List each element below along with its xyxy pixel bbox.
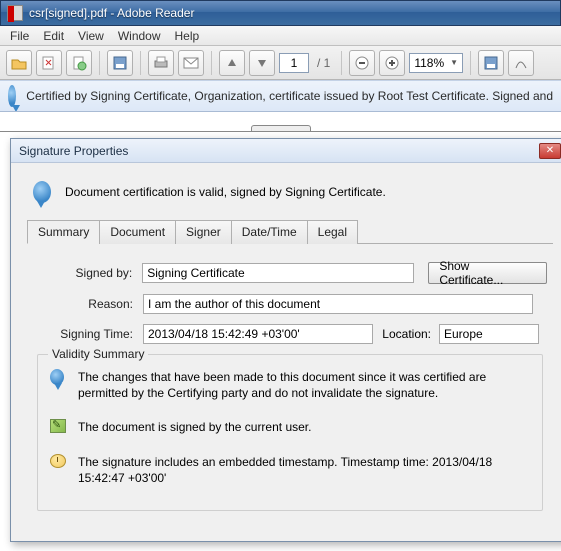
menu-file[interactable]: File: [4, 27, 35, 45]
show-certificate-button[interactable]: Show Certificate...: [428, 262, 547, 284]
separator: [140, 51, 141, 75]
zoom-out-button[interactable]: [349, 50, 375, 76]
validity-item-3: The signature includes an embedded times…: [78, 454, 530, 486]
field-location: Europe: [439, 324, 539, 344]
sign-button[interactable]: [508, 50, 534, 76]
label-signed-by: Signed by:: [33, 266, 142, 280]
label-location: Location:: [373, 327, 439, 341]
separator: [99, 51, 100, 75]
signature-properties-dialog: Signature Properties ✕ Document certific…: [10, 138, 561, 542]
label-signing-time: Signing Time:: [33, 327, 143, 341]
print-button[interactable]: [148, 50, 174, 76]
timestamp-icon: [50, 454, 66, 468]
validity-item-2: The document is signed by the current us…: [78, 419, 311, 435]
separator: [341, 51, 342, 75]
menu-view[interactable]: View: [72, 27, 110, 45]
ribbon-icon: [50, 369, 66, 385]
tab-document[interactable]: Document: [99, 220, 176, 244]
field-signing-time: 2013/04/18 15:42:49 +03'00': [143, 324, 373, 344]
page-total-label: / 1: [313, 56, 334, 70]
menu-bar: File Edit View Window Help: [0, 26, 561, 46]
panel-handle[interactable]: [251, 125, 311, 131]
label-reason: Reason:: [33, 297, 143, 311]
tab-signer[interactable]: Signer: [175, 220, 232, 244]
menu-help[interactable]: Help: [169, 27, 206, 45]
toolbar: / 1 118% ▼: [0, 46, 561, 80]
zoom-in-button[interactable]: [379, 50, 405, 76]
page-down-button[interactable]: [249, 50, 275, 76]
menu-window[interactable]: Window: [112, 27, 167, 45]
tab-summary[interactable]: Summary: [27, 220, 100, 244]
save-copy-button[interactable]: [478, 50, 504, 76]
zoom-value: 118%: [414, 56, 444, 70]
open-button[interactable]: [6, 50, 32, 76]
window-title: csr[signed].pdf - Adobe Reader: [29, 6, 194, 20]
validity-item-1: The changes that have been made to this …: [78, 369, 530, 401]
dialog-close-button[interactable]: ✕: [539, 143, 561, 159]
tab-legal[interactable]: Legal: [307, 220, 358, 244]
tab-panel-summary: Signed by: Signing Certificate Show Cert…: [27, 244, 553, 521]
tab-bar: Summary Document Signer Date/Time Legal: [27, 219, 553, 244]
zoom-combo[interactable]: 118% ▼: [409, 53, 463, 73]
ribbon-icon: [33, 181, 51, 203]
create-button[interactable]: [66, 50, 92, 76]
certification-banner: Certified by Signing Certificate, Organi…: [0, 80, 561, 112]
chevron-down-icon: ▼: [450, 58, 458, 67]
document-area: [0, 112, 561, 132]
signed-by-user-icon: [50, 419, 66, 433]
field-reason: I am the author of this document: [143, 294, 533, 314]
email-button[interactable]: [178, 50, 204, 76]
ribbon-icon: [8, 85, 16, 107]
window-titlebar: csr[signed].pdf - Adobe Reader: [0, 0, 561, 26]
app-icon: [7, 5, 23, 21]
menu-edit[interactable]: Edit: [37, 27, 70, 45]
separator: [470, 51, 471, 75]
dialog-header-message: Document certification is valid, signed …: [65, 185, 386, 199]
separator: [211, 51, 212, 75]
tab-datetime[interactable]: Date/Time: [231, 220, 308, 244]
save-button[interactable]: [107, 50, 133, 76]
validity-summary-group: Validity Summary The changes that have b…: [37, 354, 543, 511]
page-up-button[interactable]: [219, 50, 245, 76]
field-signed-by: Signing Certificate: [142, 263, 414, 283]
dialog-titlebar: Signature Properties ✕: [11, 139, 561, 163]
validity-summary-title: Validity Summary: [48, 347, 148, 361]
dialog-title: Signature Properties: [19, 144, 128, 158]
page-number-input[interactable]: [279, 53, 309, 73]
certification-text: Certified by Signing Certificate, Organi…: [26, 89, 553, 103]
export-pdf-button[interactable]: [36, 50, 62, 76]
